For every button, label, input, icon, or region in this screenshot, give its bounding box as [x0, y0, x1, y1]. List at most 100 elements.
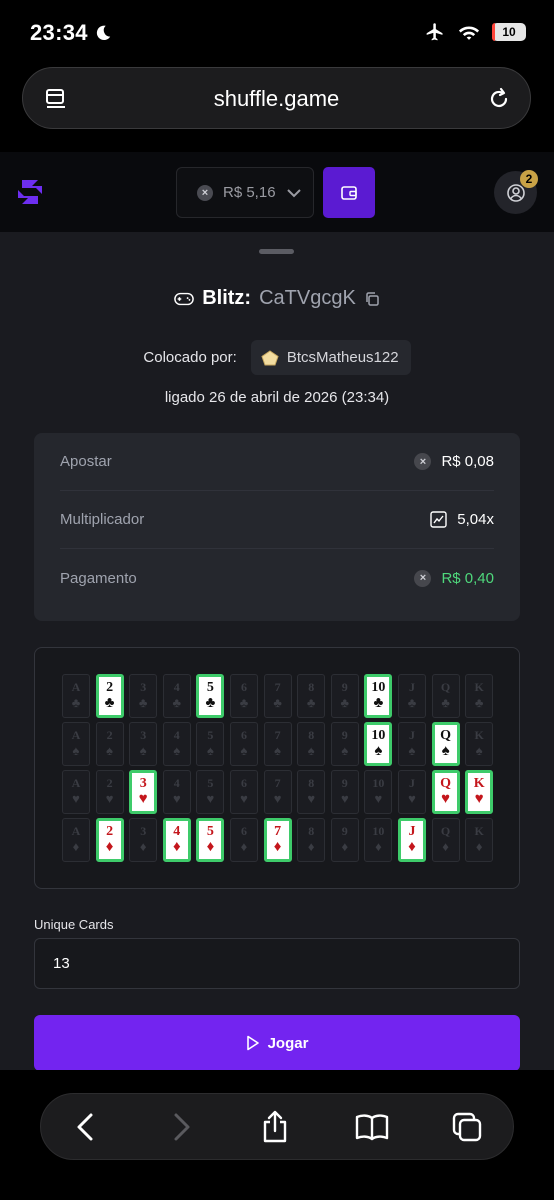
card-j-spades[interactable]: J ♠	[398, 722, 426, 766]
card-rank: 2	[106, 680, 114, 695]
card-j-hearts[interactable]: J ♥	[398, 770, 426, 814]
balance-selector[interactable]: × R$ 5,16	[176, 167, 314, 218]
tabs-button[interactable]	[449, 1109, 485, 1145]
card-q-spades[interactable]: Q ♠	[431, 722, 460, 766]
card-9-clubs[interactable]: 9 ♣	[330, 674, 359, 718]
card-q-clubs[interactable]: Q ♣	[431, 674, 460, 718]
card-a-clubs[interactable]: A ♣	[62, 674, 90, 718]
spades-icon: ♠	[408, 743, 416, 758]
card-2-clubs[interactable]: 2 ♣	[95, 674, 124, 718]
card-7-diamonds[interactable]: 7 ♦	[263, 818, 292, 862]
unique-cards-field[interactable]: 13	[34, 938, 520, 989]
card-rank: 5	[206, 680, 214, 695]
shuffle-logo-icon[interactable]	[16, 176, 44, 208]
card-8-hearts[interactable]: 8 ♥	[297, 770, 326, 814]
diamonds-icon: ♦	[442, 839, 449, 854]
card-6-clubs[interactable]: 6 ♣	[230, 674, 258, 718]
diamonds-icon: ♦	[206, 839, 215, 855]
card-8-clubs[interactable]: 8 ♣	[297, 674, 326, 718]
card-4-clubs[interactable]: 4 ♣	[162, 674, 191, 718]
back-button[interactable]	[67, 1109, 103, 1145]
wifi-icon	[458, 26, 480, 40]
card-2-spades[interactable]: 2 ♠	[95, 722, 124, 766]
card-k-spades[interactable]: K ♠	[465, 722, 494, 766]
card-rank: Q	[440, 776, 452, 791]
card-8-diamonds[interactable]: 8 ♦	[297, 818, 326, 862]
card-4-hearts[interactable]: 4 ♥	[162, 770, 191, 814]
card-5-diamonds[interactable]: 5 ♦	[196, 818, 225, 862]
card-4-spades[interactable]: 4 ♠	[162, 722, 191, 766]
reload-icon[interactable]	[486, 85, 512, 113]
card-q-hearts[interactable]: Q ♥	[431, 770, 460, 814]
wallet-icon	[341, 185, 357, 200]
gamepad-icon	[174, 292, 195, 305]
card-5-spades[interactable]: 5 ♠	[196, 722, 225, 766]
card-7-clubs[interactable]: 7 ♣	[263, 674, 292, 718]
card-a-spades[interactable]: A ♠	[62, 722, 90, 766]
card-board: A ♣ 2 ♣ 3 ♣ 4 ♣ 5 ♣ 6 ♣ 7 ♣ 8 ♣ 9 ♣ 10 ♣ J ♣ Q ♣ K ♣ A ♠ 2 ♠ 3 ♠ 4 ♠ 5 ♠ 6 ♠ 7…	[34, 647, 520, 889]
card-k-clubs[interactable]: K ♣	[465, 674, 494, 718]
card-5-clubs[interactable]: 5 ♣	[196, 674, 225, 718]
card-rank: 9	[341, 776, 348, 790]
card-q-diamonds[interactable]: Q ♦	[431, 818, 460, 862]
currency-icon: ×	[197, 184, 213, 201]
card-a-hearts[interactable]: A ♥	[62, 770, 90, 814]
card-3-spades[interactable]: 3 ♠	[129, 722, 158, 766]
sheet-grabber[interactable]	[259, 249, 294, 254]
card-k-hearts[interactable]: K ♥	[465, 770, 494, 814]
spades-icon: ♠	[240, 743, 248, 758]
card-5-hearts[interactable]: 5 ♥	[196, 770, 225, 814]
moon-icon	[96, 25, 110, 41]
card-7-spades[interactable]: 7 ♠	[263, 722, 292, 766]
card-6-diamonds[interactable]: 6 ♦	[230, 818, 258, 862]
card-rank: 2	[106, 728, 113, 742]
bookmarks-button[interactable]	[354, 1109, 390, 1145]
hearts-icon: ♥	[307, 791, 316, 806]
card-rank: A	[71, 776, 81, 790]
card-6-hearts[interactable]: 6 ♥	[230, 770, 258, 814]
game-title: Blitz: CaTVgcgK	[0, 287, 554, 310]
card-7-hearts[interactable]: 7 ♥	[263, 770, 292, 814]
card-rank: K	[474, 824, 484, 838]
card-rank: A	[71, 824, 81, 838]
card-rank: 6	[241, 776, 247, 790]
clubs-icon: ♣	[340, 695, 350, 710]
card-10-spades[interactable]: 10 ♠	[364, 722, 393, 766]
card-4-diamonds[interactable]: 4 ♦	[162, 818, 191, 862]
url-text[interactable]: shuffle.game	[23, 86, 530, 112]
coin-icon: ×	[414, 453, 432, 470]
card-6-spades[interactable]: 6 ♠	[230, 722, 258, 766]
card-9-hearts[interactable]: 9 ♥	[330, 770, 359, 814]
card-2-diamonds[interactable]: 2 ♦	[95, 818, 124, 862]
card-10-clubs[interactable]: 10 ♣	[364, 674, 393, 718]
address-bar[interactable]: shuffle.game	[22, 67, 531, 129]
card-3-diamonds[interactable]: 3 ♦	[129, 818, 158, 862]
player-chip[interactable]: BtcsMatheus122	[250, 340, 411, 375]
card-3-clubs[interactable]: 3 ♣	[129, 674, 158, 718]
copy-icon[interactable]	[364, 291, 380, 307]
wallet-button[interactable]	[323, 167, 375, 218]
spades-icon: ♠	[374, 743, 383, 759]
share-button[interactable]	[257, 1109, 293, 1145]
card-j-diamonds[interactable]: J ♦	[398, 818, 426, 862]
spades-icon: ♠	[441, 743, 450, 759]
card-2-hearts[interactable]: 2 ♥	[95, 770, 124, 814]
card-k-diamonds[interactable]: K ♦	[465, 818, 494, 862]
forward-button[interactable]	[164, 1109, 200, 1145]
card-rank: 8	[308, 776, 315, 790]
detail-row-multiplier: Multiplicador 5,04x	[60, 491, 494, 549]
card-9-spades[interactable]: 9 ♠	[330, 722, 359, 766]
card-10-hearts[interactable]: 10 ♥	[364, 770, 393, 814]
play-button[interactable]: Jogar	[34, 1015, 520, 1070]
chevron-left-icon	[77, 1113, 93, 1141]
card-9-diamonds[interactable]: 9 ♦	[330, 818, 359, 862]
clubs-icon: ♣	[474, 695, 484, 710]
card-j-clubs[interactable]: J ♣	[398, 674, 426, 718]
card-rank: 4	[173, 824, 181, 839]
card-a-diamonds[interactable]: A ♦	[62, 818, 90, 862]
diamonds-icon: ♦	[341, 839, 349, 854]
card-8-spades[interactable]: 8 ♠	[297, 722, 326, 766]
card-10-diamonds[interactable]: 10 ♦	[364, 818, 393, 862]
card-3-hearts[interactable]: 3 ♥	[129, 770, 158, 814]
card-rank: 8	[308, 680, 315, 694]
